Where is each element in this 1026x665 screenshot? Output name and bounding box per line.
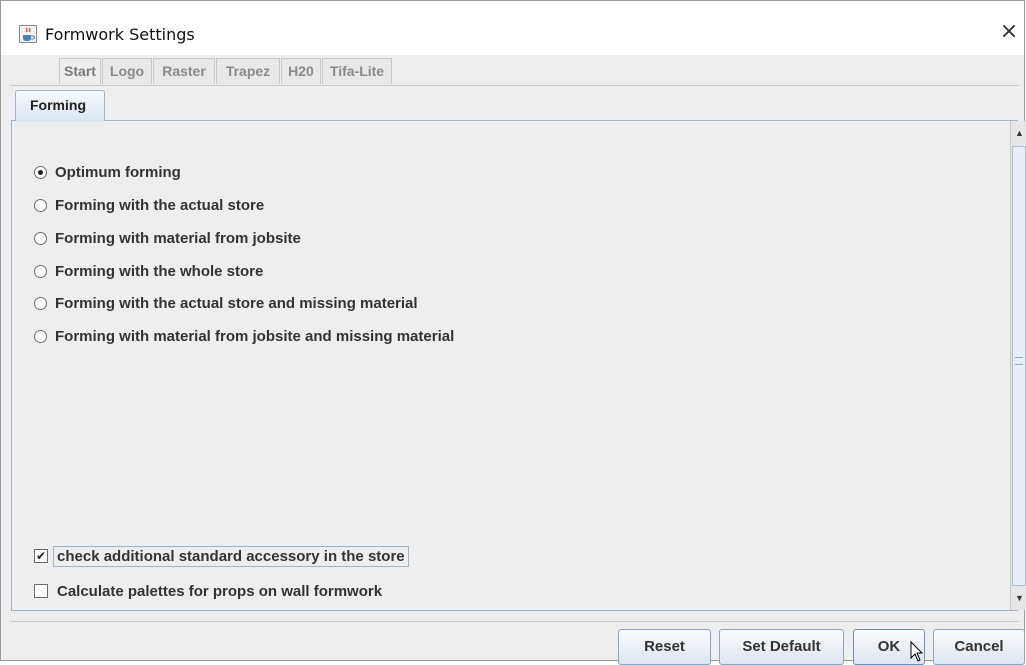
footer-divider	[11, 621, 1019, 622]
radio-selected-icon[interactable]	[34, 165, 47, 179]
radio-material-jobsite[interactable]: Forming with material from jobsite	[34, 228, 301, 248]
checkbox-label: check additional standard accessory in t…	[53, 545, 409, 567]
radio-unselected-icon[interactable]	[34, 329, 47, 343]
radio-unselected-icon[interactable]	[34, 198, 47, 212]
checkbox-checked-icon[interactable]: ✔	[34, 549, 48, 563]
title-bar: Formwork Settings ×	[1, 1, 1024, 55]
tab-forming-connector	[16, 119, 104, 122]
checkbox-palettes-props[interactable]: Calculate palettes for props on wall for…	[34, 580, 385, 602]
radio-optimum-forming[interactable]: Optimum forming	[34, 162, 181, 182]
set-default-button[interactable]: Set Default	[719, 629, 844, 665]
java-coffee-cup-icon	[19, 25, 37, 43]
radio-actual-store-missing[interactable]: Forming with the actual store and missin…	[34, 293, 418, 313]
checkbox-label: Calculate palettes for props on wall for…	[57, 582, 383, 600]
cancel-button[interactable]: Cancel	[933, 629, 1025, 665]
radio-label: Optimum forming	[55, 163, 181, 181]
radio-unselected-icon[interactable]	[34, 296, 47, 310]
radio-unselected-icon[interactable]	[34, 231, 47, 245]
radio-label: Forming with the actual store and missin…	[55, 294, 418, 312]
window-title: Formwork Settings	[45, 25, 195, 44]
scroll-down-arrow-icon[interactable]: ▼	[1011, 586, 1026, 610]
mouse-pointer-icon	[910, 641, 924, 662]
formwork-settings-dialog: Formwork Settings × Start Logo Raster Tr…	[0, 0, 1026, 665]
checkbox-additional-accessory[interactable]: ✔ check additional standard accessory in…	[34, 545, 409, 567]
scroll-grip-icon	[1015, 357, 1023, 365]
tab-tifa-lite[interactable]: Tifa-Lite	[322, 58, 392, 84]
radio-jobsite-missing[interactable]: Forming with material from jobsite and m…	[34, 326, 454, 346]
radio-actual-store[interactable]: Forming with the actual store	[34, 195, 264, 215]
tab-strip-divider	[11, 85, 1019, 86]
tab-h20[interactable]: H20	[281, 58, 321, 84]
radio-label: Forming with material from jobsite	[55, 229, 301, 247]
close-button[interactable]: ×	[994, 17, 1024, 47]
tab-trapez[interactable]: Trapez	[216, 58, 280, 84]
radio-label: Forming with material from jobsite and m…	[55, 327, 455, 345]
radio-label: Forming with the whole store	[55, 262, 264, 280]
radio-whole-store[interactable]: Forming with the whole store	[34, 261, 263, 281]
vertical-scrollbar[interactable]: ▲ ▼	[1010, 121, 1026, 610]
checkbox-unchecked-icon[interactable]	[34, 584, 48, 598]
tab-raster[interactable]: Raster	[153, 58, 215, 84]
forming-panel	[11, 120, 1018, 611]
tab-forming[interactable]: Forming	[15, 90, 105, 121]
scroll-up-arrow-icon[interactable]: ▲	[1011, 121, 1026, 145]
radio-unselected-icon[interactable]	[34, 264, 47, 278]
tab-start[interactable]: Start	[59, 58, 101, 84]
scroll-thumb[interactable]	[1012, 146, 1026, 586]
tab-logo[interactable]: Logo	[102, 58, 152, 84]
radio-label: Forming with the actual store	[55, 196, 265, 214]
reset-button[interactable]: Reset	[618, 629, 711, 665]
